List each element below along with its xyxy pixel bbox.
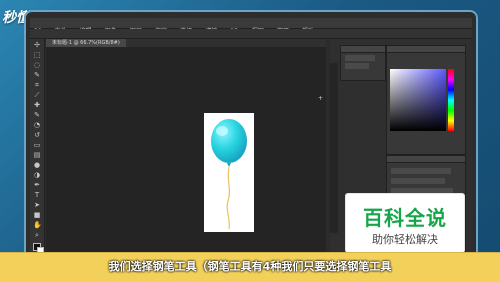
color-hue-slider[interactable]: [448, 69, 454, 131]
layers-mini-panel: [340, 45, 386, 81]
type-tool-icon[interactable]: T: [33, 191, 41, 199]
pen-tool-icon[interactable]: ✒: [33, 181, 41, 189]
brand-subtitle: 助你轻松解决: [372, 233, 438, 246]
gradient-tool-icon[interactable]: ▤: [33, 151, 41, 159]
crop-tool-icon[interactable]: ⌗: [33, 81, 41, 89]
eyedropper-tool-icon[interactable]: ⟋: [33, 91, 41, 99]
path-select-tool-icon[interactable]: ➤: [33, 201, 41, 209]
subtitle-text: 我们选择钢笔工具（钢笔工具有4种我们只要选择钢笔工具: [108, 260, 392, 273]
layer-row[interactable]: [345, 63, 369, 69]
dock-icon-strip: [330, 63, 338, 233]
color-picker-field[interactable]: [390, 69, 446, 131]
brand-badge: 百科全说 助你轻松解决: [346, 194, 464, 252]
hand-tool-icon[interactable]: ✋: [33, 221, 42, 229]
heal-tool-icon[interactable]: ✚: [33, 101, 41, 109]
move-tool-icon[interactable]: ✢: [33, 41, 41, 49]
balloon-illustration: [211, 119, 247, 230]
balloon-knot: [227, 163, 231, 167]
brush-tool-icon[interactable]: ✎: [33, 111, 41, 119]
property-row[interactable]: [391, 168, 451, 174]
clone-tool-icon[interactable]: ◔: [33, 121, 41, 129]
balloon-string: [226, 166, 231, 230]
balloon-highlight: [216, 126, 228, 136]
history-brush-tool-icon[interactable]: ↺: [33, 131, 41, 139]
eraser-tool-icon[interactable]: ▭: [33, 141, 41, 149]
lasso-tool-icon[interactable]: ◌: [33, 61, 41, 69]
brand-title: 百科全说: [363, 206, 447, 230]
zoom-tool-icon[interactable]: ⌕: [33, 231, 41, 239]
document-tabbar: 未标题-1 @ 66.7%(RGB/8#): [46, 39, 326, 47]
tools-panel: ✢ ⬚ ◌ ✎ ⌗ ⟋ ✚ ✎ ◔ ↺ ▭ ▤ ● ◑ ✒ T ➤ ■ ✋ ⌕: [30, 39, 45, 260]
canvas-area[interactable]: +: [46, 47, 326, 260]
document-canvas[interactable]: [204, 113, 254, 232]
quick-select-tool-icon[interactable]: ✎: [33, 71, 41, 79]
crosshair-cursor-icon: +: [318, 95, 324, 102]
subtitle-bar: 我们选择钢笔工具（钢笔工具有4种我们只要选择钢笔工具: [0, 252, 500, 282]
balloon-body: [211, 119, 247, 163]
menu-bar: PS 文件 编辑 图像 图层 文字 选择 滤镜 3D 视图 窗口 帮助: [30, 18, 472, 35]
document-tab[interactable]: 未标题-1 @ 66.7%(RGB/8#): [46, 39, 126, 47]
property-row[interactable]: [391, 178, 445, 184]
marquee-tool-icon[interactable]: ⬚: [33, 51, 41, 59]
dodge-tool-icon[interactable]: ◑: [33, 171, 41, 179]
shape-tool-icon[interactable]: ■: [33, 211, 41, 219]
options-bar: [30, 29, 472, 39]
layer-row[interactable]: [345, 55, 375, 61]
blur-tool-icon[interactable]: ●: [33, 161, 41, 169]
